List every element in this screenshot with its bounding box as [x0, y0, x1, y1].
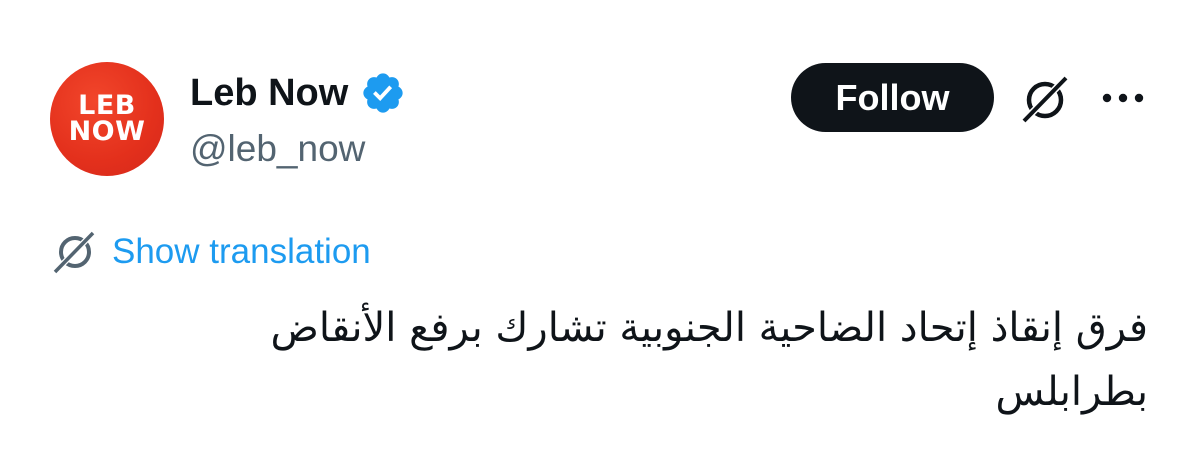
tweet-text: فرق إنقاذ إتحاد الضاحية الجنوبية تشارك ب… [270, 305, 1148, 415]
avatar-text-line2: NOW [68, 116, 146, 147]
show-translation-link[interactable]: Show translation [50, 228, 371, 276]
author-name-row: Leb Now [190, 70, 406, 116]
author-handle[interactable]: @leb_now [190, 128, 365, 170]
grok-icon [52, 230, 96, 275]
follow-button[interactable]: Follow [791, 63, 994, 132]
display-name[interactable]: Leb Now [190, 72, 348, 115]
grok-icon[interactable] [1018, 72, 1072, 126]
verified-badge-icon[interactable] [360, 70, 406, 116]
more-icon[interactable] [1100, 86, 1146, 110]
show-translation-label[interactable]: Show translation [112, 232, 371, 272]
avatar[interactable]: LEB NOW [50, 62, 164, 176]
tweet-card: LEB NOW Leb Now @leb_now Follow Show tra… [0, 0, 1200, 470]
